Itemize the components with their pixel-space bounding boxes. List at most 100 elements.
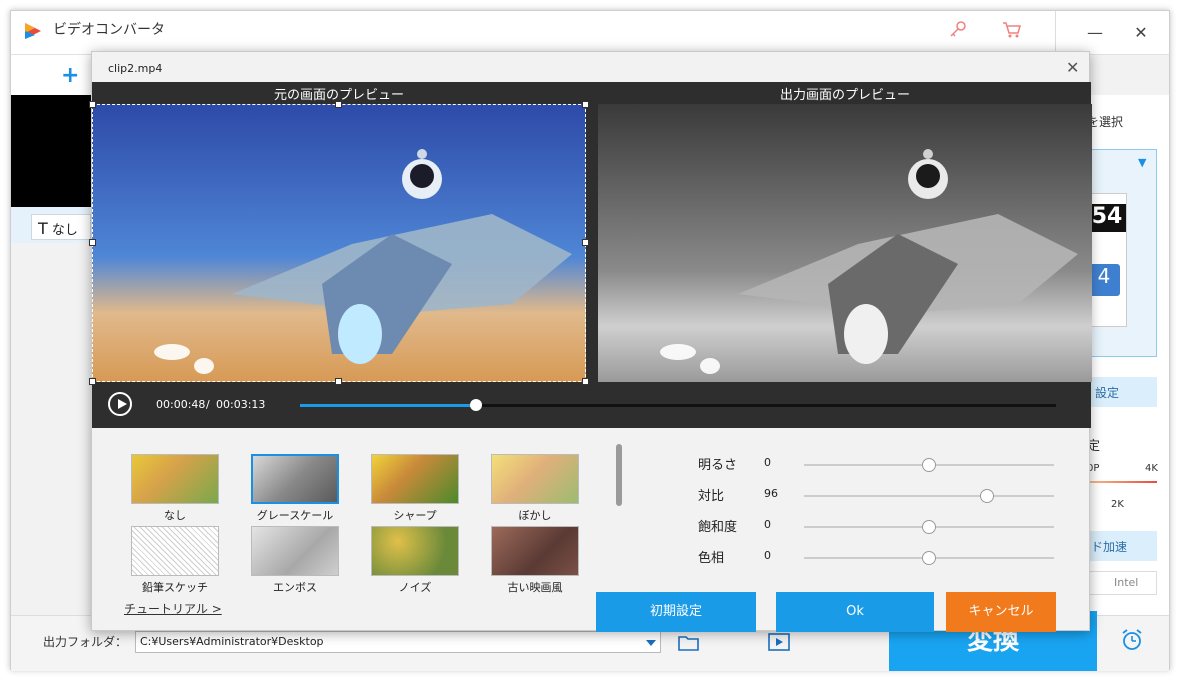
path-dropdown-icon[interactable]: [641, 631, 661, 653]
adjustment-slider-knob[interactable]: [979, 489, 994, 503]
output-path-value: C:¥Users¥Administrator¥Desktop: [140, 635, 324, 648]
filter-thumbnail[interactable]: [251, 526, 339, 576]
hw-accel-label: ド加速: [1091, 540, 1128, 554]
video-folder-icon[interactable]: [767, 631, 791, 653]
app-title: ビデオコンバータ: [53, 22, 165, 38]
key-icon[interactable]: [947, 19, 969, 41]
title-separator: [1055, 11, 1056, 55]
output-preview-image: [598, 104, 1092, 382]
crop-handle-bl[interactable]: [89, 378, 96, 385]
cancel-button[interactable]: キャンセル: [946, 592, 1056, 632]
filter-thumbnail[interactable]: [251, 454, 339, 504]
alarm-clock-icon[interactable]: [1119, 627, 1145, 653]
filter-option[interactable]: シャープ: [370, 454, 460, 523]
chevron-down-icon[interactable]: ▼: [1138, 156, 1146, 169]
crop-handle-tr[interactable]: [582, 101, 589, 108]
adjustment-slider[interactable]: [804, 551, 1054, 565]
crop-handle-bm[interactable]: [335, 378, 342, 385]
adjustment-value: 0: [764, 549, 771, 562]
adjustment-value: 0: [764, 518, 771, 531]
video-thumbnail: [11, 95, 91, 207]
adjustment-name: 明るさ: [698, 458, 738, 473]
settings-button[interactable]: 設定: [1087, 377, 1157, 407]
crop-handle-mr[interactable]: [582, 239, 589, 246]
text-icon: T: [38, 219, 48, 238]
filter-option[interactable]: なし: [130, 454, 220, 523]
cart-icon[interactable]: [1001, 19, 1023, 41]
adjustment-slider[interactable]: [804, 458, 1054, 472]
app-logo-icon: [25, 23, 41, 39]
adjustment-row: 対比 96: [688, 485, 1058, 505]
crop-handle-ml[interactable]: [89, 239, 96, 246]
hw-accel-button[interactable]: ド加速: [1087, 531, 1157, 561]
quality-scale[interactable]: [1087, 481, 1157, 483]
filter-label: なし: [164, 509, 186, 522]
filter-thumbnail[interactable]: [491, 526, 579, 576]
filter-option[interactable]: 古い映画風: [490, 526, 580, 595]
minimize-button[interactable]: —: [1083, 23, 1107, 47]
adjustment-slider[interactable]: [804, 489, 1054, 503]
intel-badge[interactable]: Intel: [1087, 571, 1157, 595]
output-path-field[interactable]: C:¥Users¥Administrator¥Desktop: [135, 631, 661, 653]
format-select-label: を選択: [1087, 115, 1124, 129]
filter-thumbnail[interactable]: [371, 526, 459, 576]
adjustment-name: 色相: [698, 551, 725, 566]
crop-selection[interactable]: [92, 104, 586, 382]
filter-option[interactable]: 鉛筆スケッチ: [130, 526, 220, 595]
adjustment-name: 対比: [698, 489, 725, 504]
dialog-close-button[interactable]: ✕: [1066, 58, 1079, 77]
adjustment-row: 色相 0: [688, 547, 1058, 567]
adjustment-value: 0: [764, 456, 771, 469]
app-window: ビデオコンバータ — ✕ + T なし を選択 ▼ 54 4 設定 定 0P 4…: [10, 10, 1170, 671]
filter-option[interactable]: エンボス: [250, 526, 340, 595]
filter-label: エンボス: [273, 581, 317, 594]
seek-bar[interactable]: [300, 399, 1056, 411]
folder-icon[interactable]: [677, 633, 701, 653]
chip-text-2: 4: [1088, 264, 1120, 296]
adjustment-row: 飽和度 0: [688, 516, 1058, 536]
adjustment-slider-knob[interactable]: [922, 551, 936, 565]
adjustment-slider-knob[interactable]: [922, 458, 936, 472]
subtitle-select-label: なし: [51, 223, 78, 238]
add-file-icon[interactable]: +: [61, 63, 79, 88]
filter-label: グレースケール: [256, 509, 334, 522]
crop-handle-tm[interactable]: [335, 101, 342, 108]
settings-button-label: 設定: [1095, 386, 1120, 400]
filter-grid: なし グレースケール シャープ ぼかし鉛筆スケッチ エンボス ノイズ 古い映画風: [92, 428, 612, 595]
filter-thumbnail[interactable]: [491, 454, 579, 504]
subtitle-select[interactable]: T なし: [31, 214, 91, 240]
reset-button[interactable]: 初期設定: [596, 592, 756, 632]
crop-handle-br[interactable]: [582, 378, 589, 385]
adjustment-panel: 明るさ 0 対比 96 飽和度 0 色相 0: [688, 452, 1058, 582]
filter-scrollbar[interactable]: [616, 444, 622, 506]
format-chip-icon: 54 4: [1087, 193, 1127, 327]
filter-thumbnail[interactable]: [131, 454, 219, 504]
play-button[interactable]: [108, 392, 132, 416]
filter-option[interactable]: ノイズ: [370, 526, 460, 595]
filter-label: 古い映画風: [507, 581, 563, 594]
effect-dialog: clip2.mp4 ✕ 元の画面のプレビュー 出力画面のプレビュー 00:00:…: [89, 51, 1092, 632]
tutorial-link[interactable]: チュートリアル >: [124, 600, 222, 617]
adjustment-slider[interactable]: [804, 520, 1054, 534]
filter-label: 鉛筆スケッチ: [142, 581, 208, 594]
chip-text-1: 54: [1088, 204, 1126, 232]
dialog-title: clip2.mp4: [108, 62, 163, 75]
filter-label: シャープ: [393, 509, 437, 522]
seek-bar-fill: [300, 404, 477, 407]
intel-label: Intel: [1114, 576, 1139, 589]
seek-bar-knob[interactable]: [470, 399, 483, 411]
adjustment-value: 96: [764, 487, 778, 500]
time-separator: /: [206, 398, 210, 411]
adjustment-slider-knob[interactable]: [922, 520, 936, 534]
filter-option[interactable]: グレースケール: [250, 454, 340, 523]
crop-handle-tl[interactable]: [89, 101, 96, 108]
filter-option[interactable]: ぼかし: [490, 454, 580, 523]
close-window-button[interactable]: ✕: [1129, 23, 1153, 47]
filter-thumbnail[interactable]: [371, 454, 459, 504]
filter-thumbnail[interactable]: [131, 526, 219, 576]
title-bar: ビデオコンバータ — ✕: [11, 11, 1169, 55]
output-preview-label: 出力画面のプレビュー: [779, 88, 910, 103]
output-folder-label: 出力フォルダ：: [43, 635, 128, 649]
adjustment-row: 明るさ 0: [688, 454, 1058, 474]
ok-button[interactable]: Ok: [776, 592, 934, 632]
